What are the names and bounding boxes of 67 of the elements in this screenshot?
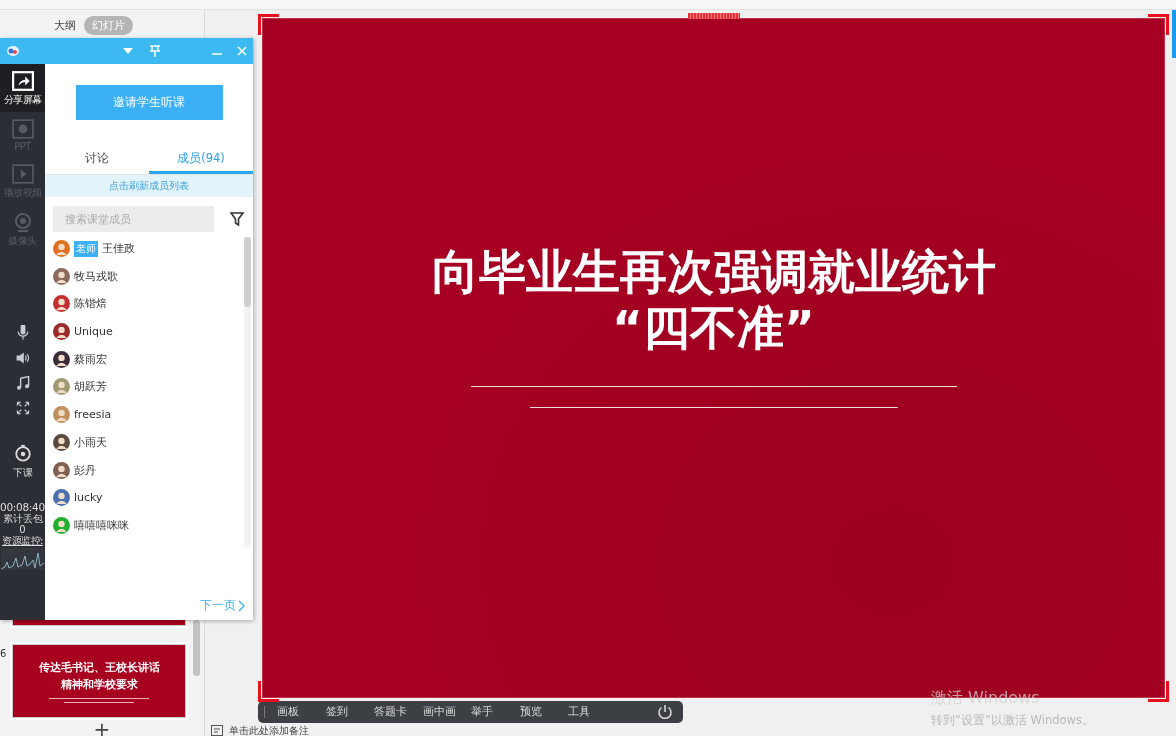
expand-icon[interactable] [14, 400, 31, 416]
add-slide-button[interactable]: + [93, 722, 111, 736]
member-name[interactable]: 王佳政 [102, 241, 135, 256]
crop-corner[interactable] [258, 14, 279, 35]
thumbnail-title: 传达毛书记、王校长讲话 [38, 659, 160, 675]
member-name[interactable]: 陈锴焙 [74, 296, 107, 312]
end-class-button[interactable]: 下课 [12, 444, 33, 480]
crop-corner[interactable] [1148, 681, 1169, 703]
member-name[interactable]: 小雨天 [74, 434, 107, 450]
role-badge: 老师 [74, 240, 98, 257]
toolbar-button[interactable]: 答题卡 [374, 705, 423, 720]
thumbnail-title: 精神和学校要求 [60, 676, 138, 692]
panel-tab[interactable]: 讨论 [45, 145, 149, 174]
slide-title: 向毕业生再次强调就业统计 [431, 244, 996, 300]
scrollbar[interactable] [1172, 10, 1176, 58]
member-name[interactable]: freesia [74, 408, 112, 422]
avatar-icon [53, 461, 70, 479]
slide-thumbnail[interactable]: 传达毛书记、王校长讲话 精神和学校要求 [12, 644, 186, 718]
play-icon [11, 164, 34, 184]
toolbar-button[interactable]: 举手 [471, 705, 520, 720]
session-timer: 00:08:40 [0, 502, 45, 513]
packet-loss-label: 累计丢包 [2, 513, 43, 524]
activation-notice-title: 激活 Windows [931, 688, 1041, 709]
speaker-icon[interactable] [14, 350, 31, 366]
power-icon[interactable] [657, 704, 673, 721]
avatar-icon [53, 323, 70, 341]
outline-tab[interactable]: 大纲 [54, 16, 76, 35]
crop-corner[interactable] [1148, 14, 1169, 35]
avatar-icon [53, 350, 70, 368]
resource-monitor-link[interactable]: 资源监控: [2, 535, 43, 546]
slides-icon [11, 119, 34, 139]
toolbar-button[interactable]: 画板 [277, 705, 326, 720]
packet-loss-count: 0 [19, 524, 26, 535]
slide-number: 6 [0, 647, 8, 659]
sidebar-tool[interactable]: 分享屏幕 [0, 64, 45, 112]
share-icon [11, 71, 34, 91]
toolbar-button[interactable]: 工具 [568, 705, 617, 720]
notes-placeholder[interactable]: 单击此处添加备注 [229, 725, 309, 736]
avatar-icon [53, 406, 70, 424]
chevron-right-icon [238, 599, 245, 612]
member-name[interactable]: 蔡雨宏 [74, 351, 107, 367]
avatar-icon [53, 433, 70, 451]
scrollbar[interactable] [193, 620, 200, 676]
member-name[interactable]: 牧马戎歌 [74, 268, 118, 284]
app-logo-icon [6, 45, 20, 57]
avatar-icon [53, 516, 70, 534]
slide-title: “四不准” [612, 300, 815, 356]
avatar-icon [53, 267, 70, 285]
toolbar-button[interactable]: 画中画 [422, 705, 471, 720]
filter-icon[interactable] [230, 212, 244, 226]
member-name[interactable]: 胡跃芳 [74, 379, 107, 395]
resize-handle[interactable] [688, 13, 740, 19]
music-note-icon[interactable] [14, 375, 31, 391]
toolbar-button[interactable]: 预览 [519, 705, 568, 720]
member-name[interactable]: lucky [74, 491, 103, 505]
avatar-icon [53, 295, 70, 313]
avatar-icon [53, 489, 70, 507]
member-name[interactable]: Unique [74, 325, 113, 339]
toolbar-button[interactable]: 签到 [325, 705, 374, 720]
slide-thumbnail[interactable] [12, 620, 186, 626]
member-name[interactable]: 嘻嘻嘻咪咪 [74, 517, 129, 533]
avatar-icon [53, 240, 70, 257]
notes-icon [211, 725, 223, 736]
scrollbar[interactable] [244, 237, 251, 307]
avatar-icon [53, 378, 70, 396]
member-name[interactable]: 彭丹 [74, 462, 96, 478]
webcam-icon [12, 212, 33, 232]
